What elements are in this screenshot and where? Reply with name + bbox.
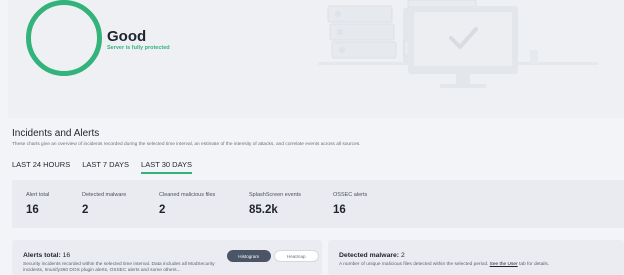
stat-label: OSSEC alerts bbox=[333, 192, 368, 198]
time-range-tabs: LAST 24 HOURS LAST 7 DAYS LAST 30 DAYS bbox=[12, 160, 193, 174]
heatmap-button[interactable]: Heatmap bbox=[273, 250, 319, 262]
stat-value: 16 bbox=[333, 204, 346, 216]
status-panel: Good Server is fully protected bbox=[8, 0, 624, 118]
stat-splashscreen-events: SplashScreen events 85.2k bbox=[249, 192, 301, 216]
stat-label: Alert total bbox=[26, 192, 50, 198]
stat-detected-malware: Detected malware 2 bbox=[82, 192, 126, 216]
card-title-label: Alerts total: bbox=[23, 252, 61, 259]
user-tab-link[interactable]: See the User bbox=[490, 262, 518, 267]
card-title-value: 2 bbox=[400, 252, 405, 259]
tab-last-24-hours[interactable]: LAST 24 HOURS bbox=[12, 160, 70, 174]
section-title: Incidents and Alerts bbox=[12, 128, 100, 139]
status-ring bbox=[26, 0, 102, 76]
stat-value: 85.2k bbox=[249, 204, 278, 216]
incidents-section: Incidents and Alerts These charts give a… bbox=[0, 118, 624, 275]
description-text: A number of unique malicious files detec… bbox=[339, 262, 489, 267]
card-title: Detected malware: 2 bbox=[339, 252, 405, 259]
alerts-total-card: Alerts total: 16 Security incidents reco… bbox=[12, 240, 322, 275]
stat-label: SplashScreen events bbox=[249, 192, 301, 198]
card-description: Security incidents recorded within the s… bbox=[23, 262, 215, 274]
section-description: These charts give an overview of inciden… bbox=[12, 142, 361, 147]
status-title: Good bbox=[107, 28, 147, 45]
card-title-label: Detected malware: bbox=[339, 252, 400, 259]
status-subtitle: Server is fully protected bbox=[107, 45, 170, 51]
card-title: Alerts total: 16 bbox=[23, 252, 70, 259]
stat-label: Detected malware bbox=[82, 192, 127, 198]
stat-value: 16 bbox=[26, 204, 39, 216]
stat-value: 2 bbox=[82, 204, 89, 216]
stat-ossec-alerts: OSSEC alerts 16 bbox=[333, 192, 367, 216]
stat-alert-total: Alert total 16 bbox=[26, 192, 49, 216]
stat-cleaned-files: Cleaned malicious files 2 bbox=[159, 192, 215, 216]
chart-type-toggle: Histogram Heatmap bbox=[227, 250, 319, 262]
server-illustration-icon bbox=[318, 0, 598, 88]
tab-last-7-days[interactable]: LAST 7 DAYS bbox=[82, 160, 129, 174]
card-title-value: 16 bbox=[62, 252, 71, 259]
stat-label: Cleaned malicious files bbox=[159, 192, 216, 198]
card-description: A number of unique malicious files detec… bbox=[339, 262, 609, 268]
stats-bar: Alert total 16 Detected malware 2 Cleane… bbox=[12, 180, 624, 228]
tab-last-30-days[interactable]: LAST 30 DAYS bbox=[141, 160, 193, 174]
histogram-button[interactable]: Histogram bbox=[227, 250, 271, 262]
detected-malware-card: Detected malware: 2 A number of unique m… bbox=[328, 240, 624, 275]
description-tail: tab for details. bbox=[519, 262, 550, 267]
stat-value: 2 bbox=[159, 204, 166, 216]
